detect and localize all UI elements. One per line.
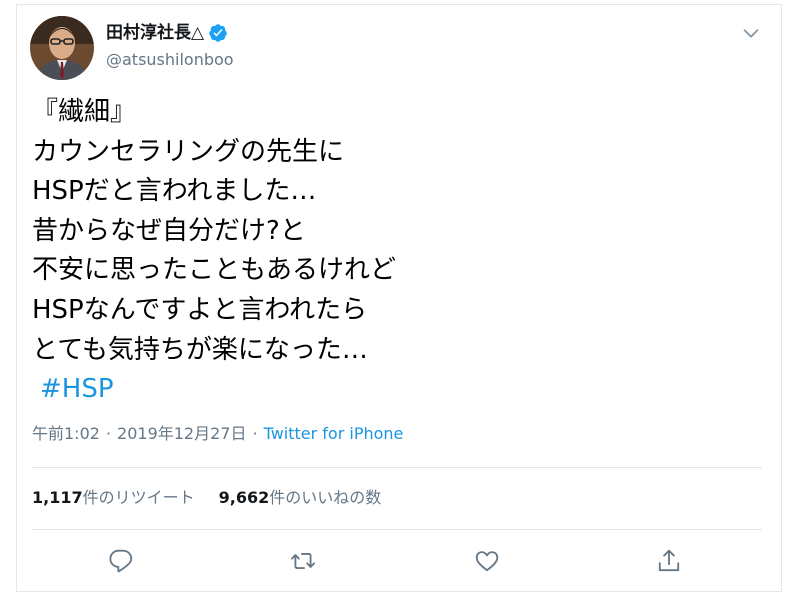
retweet-button[interactable] xyxy=(290,548,316,574)
user-handle[interactable]: @atsushilonboo xyxy=(106,49,234,71)
share-icon xyxy=(658,549,680,572)
tweet-time[interactable]: 午前1:02 xyxy=(32,424,100,443)
tweet-date[interactable]: 2019年12月27日 xyxy=(117,424,246,443)
retweet-label: 件のリツイート xyxy=(82,488,195,507)
tweet-line: HSPなんですよと言われたら xyxy=(32,294,368,325)
divider xyxy=(32,529,762,530)
display-name[interactable]: 田村淳社長△ xyxy=(106,21,204,45)
like-button[interactable] xyxy=(474,548,500,574)
tweet-line: HSPだと言われました… xyxy=(32,176,317,207)
hashtag-link[interactable]: #HSP xyxy=(32,374,114,404)
meta-separator: · xyxy=(105,424,112,443)
tweet-line: とても気持ちが楽になった… xyxy=(32,334,368,365)
tweet-text: 『繊細』 カウンセラリングの先生に HSPだと言われました… 昔からなぜ自分だけ… xyxy=(32,93,732,410)
name-row: 田村淳社長△ xyxy=(106,21,228,45)
like-count: 9,662 xyxy=(218,488,270,507)
tweet-line: 昔からなぜ自分だけ?と xyxy=(32,215,306,246)
tweet-line: カウンセラリングの先生に xyxy=(32,136,345,167)
tweet-stats: 1,117 件のリツイート 9,662 件のいいねの数 xyxy=(32,487,381,509)
tweet-line: 不安に思ったこともあるけれど xyxy=(32,255,397,286)
avatar-image xyxy=(30,16,94,80)
chevron-down-icon[interactable] xyxy=(740,22,762,44)
like-label: 件のいいねの数 xyxy=(269,488,382,507)
tweet-line: 『繊細』 xyxy=(32,97,137,127)
retweet-count: 1,117 xyxy=(32,488,83,507)
like-count-link[interactable]: 9,662 件のいいねの数 xyxy=(219,487,382,509)
share-button[interactable] xyxy=(656,548,682,574)
divider xyxy=(32,467,762,468)
reply-button[interactable] xyxy=(108,548,134,574)
tweet-meta: 午前1:02 · 2019年12月27日 · Twitter for iPhone xyxy=(32,423,403,445)
verified-badge-icon xyxy=(208,23,228,43)
avatar[interactable] xyxy=(30,16,94,80)
heart-icon xyxy=(475,551,499,572)
meta-separator: · xyxy=(252,424,258,443)
retweet-icon xyxy=(291,553,315,569)
retweet-count-link[interactable]: 1,117 件のリツイート xyxy=(32,487,195,509)
tweet-source[interactable]: Twitter for iPhone xyxy=(264,424,404,443)
reply-icon xyxy=(109,549,133,573)
